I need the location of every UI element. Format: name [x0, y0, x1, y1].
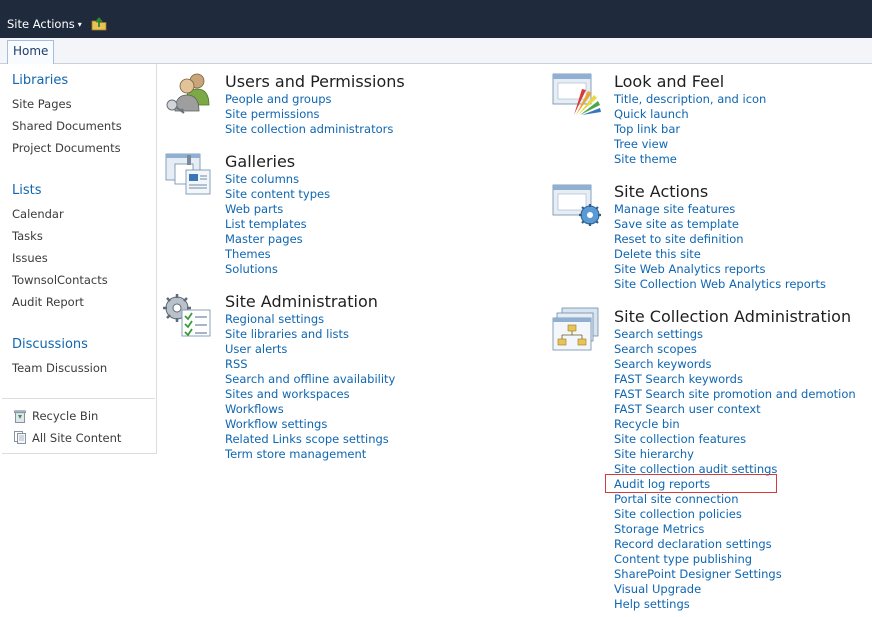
link-term-store-management[interactable]: Term store management — [225, 447, 366, 461]
link-site-content-types[interactable]: Site content types — [225, 187, 330, 201]
site-actions-label: Site Actions — [7, 17, 75, 31]
section-title-users-permissions: Users and Permissions — [225, 72, 405, 91]
link-workflows[interactable]: Workflows — [225, 402, 284, 416]
link-quick-launch[interactable]: Quick launch — [614, 107, 689, 121]
link-fast-search-keywords[interactable]: FAST Search keywords — [614, 372, 743, 386]
link-site-permissions[interactable]: Site permissions — [225, 107, 320, 121]
site-administration-icon — [163, 294, 211, 337]
site-actions-icon — [552, 184, 601, 226]
link-reset-to-site-definition[interactable]: Reset to site definition — [614, 232, 744, 246]
nav-item-audit-report[interactable]: Audit Report — [12, 295, 84, 309]
nav-item-team-discussion[interactable]: Team Discussion — [12, 361, 107, 375]
users-icon — [166, 73, 210, 114]
link-workflow-settings[interactable]: Workflow settings — [225, 417, 327, 431]
nav-item-townsolcontacts[interactable]: TownsolContacts — [12, 273, 108, 287]
link-sharepoint-designer-settings[interactable]: SharePoint Designer Settings — [614, 567, 782, 581]
link-list-templates[interactable]: List templates — [225, 217, 307, 231]
link-search-scopes[interactable]: Search scopes — [614, 342, 697, 356]
navigate-up-icon[interactable] — [91, 17, 107, 31]
link-user-alerts[interactable]: User alerts — [225, 342, 287, 356]
section-title-look-and-feel: Look and Feel — [614, 72, 725, 91]
nav-item-recycle-bin[interactable]: Recycle Bin — [32, 409, 98, 423]
link-site-columns[interactable]: Site columns — [225, 172, 299, 186]
link-fast-search-promotion-demotion[interactable]: FAST Search site promotion and demotion — [614, 387, 856, 401]
look-and-feel-icon — [552, 73, 601, 115]
site-collection-icon — [552, 307, 599, 351]
section-title-galleries: Galleries — [225, 152, 296, 171]
nav-heading-libraries[interactable]: Libraries — [12, 73, 68, 88]
site-actions-menu[interactable]: Site Actions ▾ — [7, 17, 82, 31]
nav-item-project-documents[interactable]: Project Documents — [12, 141, 121, 155]
link-save-site-as-template[interactable]: Save site as template — [614, 217, 739, 231]
nav-item-shared-documents[interactable]: Shared Documents — [12, 119, 122, 133]
nav-item-site-pages[interactable]: Site Pages — [12, 97, 72, 111]
link-people-and-groups[interactable]: People and groups — [225, 92, 332, 106]
link-visual-upgrade[interactable]: Visual Upgrade — [614, 582, 701, 596]
nav-divider — [2, 398, 155, 399]
link-title-description-icon[interactable]: Title, description, and icon — [614, 92, 766, 106]
link-themes[interactable]: Themes — [225, 247, 271, 261]
quick-launch: Libraries Site Pages Shared Documents Pr… — [2, 64, 157, 454]
galleries-icon — [165, 153, 211, 195]
link-search-settings[interactable]: Search settings — [614, 327, 703, 341]
link-manage-site-features[interactable]: Manage site features — [614, 202, 735, 216]
section-title-site-collection-administration: Site Collection Administration — [614, 307, 852, 326]
nav-item-calendar[interactable]: Calendar — [12, 207, 64, 221]
nav-item-tasks[interactable]: Tasks — [12, 229, 43, 243]
link-search-keywords[interactable]: Search keywords — [614, 357, 712, 371]
link-fast-search-user-context[interactable]: FAST Search user context — [614, 402, 761, 416]
chevron-down-icon: ▾ — [77, 20, 82, 29]
link-site-web-analytics-reports[interactable]: Site Web Analytics reports — [614, 262, 765, 276]
all-site-content-icon — [14, 431, 26, 444]
highlight-box — [605, 474, 777, 493]
link-site-libraries-and-lists[interactable]: Site libraries and lists — [225, 327, 349, 341]
link-rss[interactable]: RSS — [225, 357, 248, 371]
link-related-links-scope-settings[interactable]: Related Links scope settings — [225, 432, 389, 446]
link-top-link-bar[interactable]: Top link bar — [614, 122, 680, 136]
nav-item-all-site-content[interactable]: All Site Content — [32, 431, 121, 445]
link-recycle-bin[interactable]: Recycle bin — [614, 417, 680, 431]
top-bar: Site Actions ▾ — [0, 0, 872, 38]
nav-heading-discussions[interactable]: Discussions — [12, 337, 88, 352]
link-web-parts[interactable]: Web parts — [225, 202, 283, 216]
link-tree-view[interactable]: Tree view — [614, 137, 668, 151]
link-master-pages[interactable]: Master pages — [225, 232, 303, 246]
link-help-settings[interactable]: Help settings — [614, 597, 690, 611]
link-portal-site-connection[interactable]: Portal site connection — [614, 492, 738, 506]
section-title-site-actions: Site Actions — [614, 182, 709, 201]
ribbon: Home — [0, 38, 872, 64]
recycle-bin-icon — [14, 410, 26, 423]
link-regional-settings[interactable]: Regional settings — [225, 312, 324, 326]
nav-heading-lists[interactable]: Lists — [12, 183, 42, 198]
link-site-collection-web-analytics-reports[interactable]: Site Collection Web Analytics reports — [614, 277, 826, 291]
link-storage-metrics[interactable]: Storage Metrics — [614, 522, 704, 536]
nav-item-issues[interactable]: Issues — [12, 251, 48, 265]
link-site-collection-policies[interactable]: Site collection policies — [614, 507, 742, 521]
tab-home[interactable]: Home — [7, 40, 55, 64]
link-site-hierarchy[interactable]: Site hierarchy — [614, 447, 694, 461]
link-site-collection-administrators[interactable]: Site collection administrators — [225, 122, 393, 136]
link-search-offline-availability[interactable]: Search and offline availability — [225, 372, 395, 386]
link-site-theme[interactable]: Site theme — [614, 152, 677, 166]
link-delete-this-site[interactable]: Delete this site — [614, 247, 701, 261]
link-site-collection-features[interactable]: Site collection features — [614, 432, 746, 446]
link-solutions[interactable]: Solutions — [225, 262, 278, 276]
link-content-type-publishing[interactable]: Content type publishing — [614, 552, 752, 566]
link-sites-and-workspaces[interactable]: Sites and workspaces — [225, 387, 350, 401]
section-title-site-administration: Site Administration — [225, 292, 378, 311]
link-record-declaration-settings[interactable]: Record declaration settings — [614, 537, 772, 551]
